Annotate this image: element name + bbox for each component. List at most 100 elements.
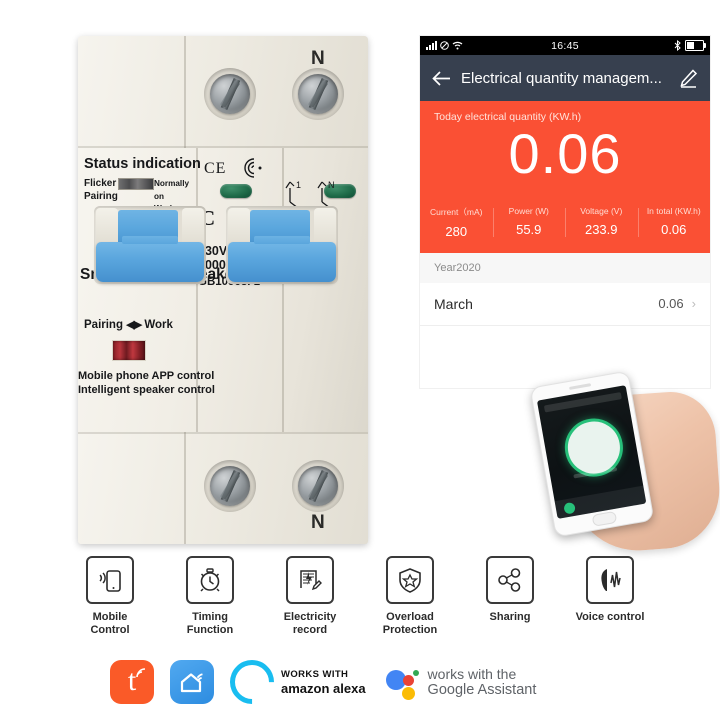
voice-waveform-icon [586, 556, 634, 604]
pairing-mode-label: Pairing [84, 319, 123, 331]
feature-sharing: Sharing [460, 556, 560, 640]
smart-circuit-breaker-product: N Status indication Flicker Pairing Norm… [56, 36, 386, 544]
metric-value: 233.9 [584, 221, 618, 237]
terminal-screw-top-line [210, 74, 250, 114]
bluetooth-icon [674, 40, 681, 51]
smart-life-home-logo [170, 660, 214, 704]
toggle-lever-neutral[interactable] [226, 206, 338, 284]
share-nodes-icon [486, 556, 534, 604]
feature-caption: Timing Function [187, 611, 233, 637]
feature-electricity-record: Electricity record [260, 556, 360, 640]
battery-icon [685, 40, 706, 51]
tuya-letter: t [127, 663, 137, 697]
top-terminal-block: N [78, 36, 368, 148]
month-label: March [434, 295, 473, 312]
feature-line1: Mobile [92, 611, 128, 623]
app-control-line1: Mobile phone APP control [78, 370, 215, 382]
feature-line2: Control [90, 624, 130, 636]
metric-value: 0.06 [661, 221, 687, 237]
feature-line1: Overload [386, 611, 434, 623]
electricity-record-icon [286, 556, 334, 604]
status-led-window [118, 178, 154, 190]
alexa-text: WORKS WITH amazon alexa [281, 669, 366, 696]
work-mode-label: Work [144, 319, 173, 331]
pole-divider [184, 36, 186, 148]
toggle-lever-line[interactable] [94, 206, 206, 284]
app-header-placeholder [543, 392, 622, 413]
metric-total: In total (KW.h) 0.06 [637, 205, 711, 239]
feature-line1: Sharing [489, 611, 531, 623]
phone-earpiece [569, 383, 592, 390]
feature-overload-protection: Overload Protection [360, 556, 460, 640]
tuya-wifi-waves-icon [136, 668, 146, 678]
timer-clock-icon [186, 556, 234, 604]
pencil-edit-icon[interactable] [679, 68, 698, 88]
today-quantity-value: 0.06 [508, 122, 622, 185]
product-image: N Status indication Flicker Pairing Norm… [0, 0, 720, 720]
alexa-line1: WORKS WITH [281, 668, 349, 680]
neutral-mark-top: N [311, 48, 326, 69]
app-screenshot: 16:45 Electrical quantity managem... Tod… [420, 36, 710, 388]
feature-caption: Overload Protection [383, 611, 437, 637]
status-indication-title: Status indication [84, 156, 201, 172]
metric-value: 280 [445, 223, 468, 239]
status-right-icons [674, 40, 706, 51]
pairing-work-row: Pairing ◀▶ Work [84, 318, 173, 331]
compatibility-logos: t WORKS WITH amazon alexa works with the… [110, 650, 670, 714]
feature-caption: Mobile Control [90, 611, 129, 637]
pairing-label: Pairing [84, 190, 118, 202]
amazon-alexa-logo: WORKS WITH amazon alexa [220, 650, 366, 714]
feature-timing-function: Timing Function [160, 556, 260, 640]
feature-voice-control: Voice control [560, 556, 660, 640]
month-value: 0.06 [658, 296, 684, 312]
hand-holding-phone [529, 370, 720, 556]
svg-text:N: N [328, 180, 335, 190]
google-line2: Google Assistant [427, 682, 537, 698]
shield-overload-icon [386, 556, 434, 604]
metric-voltage: Voltage (V) 233.9 [565, 206, 638, 239]
lever-knob[interactable] [228, 236, 336, 282]
alexa-line2: amazon alexa [281, 680, 366, 696]
chevron-right-icon: › [691, 296, 696, 312]
feature-line1: Voice control [575, 611, 645, 623]
metric-value: 55.9 [516, 221, 542, 237]
breaker-left-label: Status indication Flicker Pairing Normal… [78, 148, 239, 432]
lever-knob[interactable] [96, 236, 204, 282]
list-item[interactable]: March 0.06 › [420, 282, 710, 326]
green-indicator-window [220, 184, 252, 198]
bottom-terminal-block: N [78, 432, 368, 544]
back-arrow-icon[interactable] [432, 70, 451, 86]
breaker-right-label: 1 N 2 N [282, 148, 368, 432]
google-line1: works with the [427, 666, 517, 682]
phone-home-button[interactable] [591, 510, 618, 527]
year-section-header: Year2020 [420, 252, 710, 283]
flicker-label: Flicker [84, 178, 117, 189]
feature-list: Mobile Control Timing Function Electrici… [60, 556, 660, 640]
metric-power: Power (W) 55.9 [492, 206, 566, 239]
feature-line2: Protection [382, 624, 438, 636]
ccc-mark-icon [244, 158, 262, 178]
feature-mobile-control: Mobile Control [60, 556, 160, 640]
terminal-screw-bottom-line [210, 466, 250, 506]
app-control-line2: Intelligent speaker control [78, 384, 215, 396]
status-bar-clock: 16:45 [551, 39, 579, 52]
google-assistant-dots-icon [385, 666, 420, 700]
app-page-title: Electrical quantity managem... [461, 69, 662, 87]
metric-label: In total (KW.h) [646, 205, 701, 216]
feature-line1: Timing [192, 611, 228, 623]
terminal-screw-bottom-neutral [298, 466, 338, 506]
today-quantity-card: Today electrical quantity (KW.h) 0.06 [420, 101, 710, 200]
breaker-middle-label: CE C 230V～ 6000A GB10963. 1 50Hz [196, 148, 282, 432]
app-top-bar: Electrical quantity managem... [420, 55, 710, 101]
feature-line2: record [292, 624, 328, 636]
feature-line1: Electricity [283, 611, 337, 623]
breaker-housing: N Status indication Flicker Pairing Norm… [78, 36, 368, 544]
pairing-led-indicator [112, 340, 146, 361]
ce-mark: CE [204, 160, 227, 177]
status-left-text: Flicker Pairing [84, 178, 118, 203]
tuya-logo: t [110, 660, 154, 704]
left-right-arrow-icon: ◀▶ [126, 319, 142, 331]
google-assistant-logo: works with the Google Assistant [385, 666, 537, 700]
feature-caption: Voice control [576, 611, 645, 624]
svg-text:1: 1 [296, 180, 301, 190]
